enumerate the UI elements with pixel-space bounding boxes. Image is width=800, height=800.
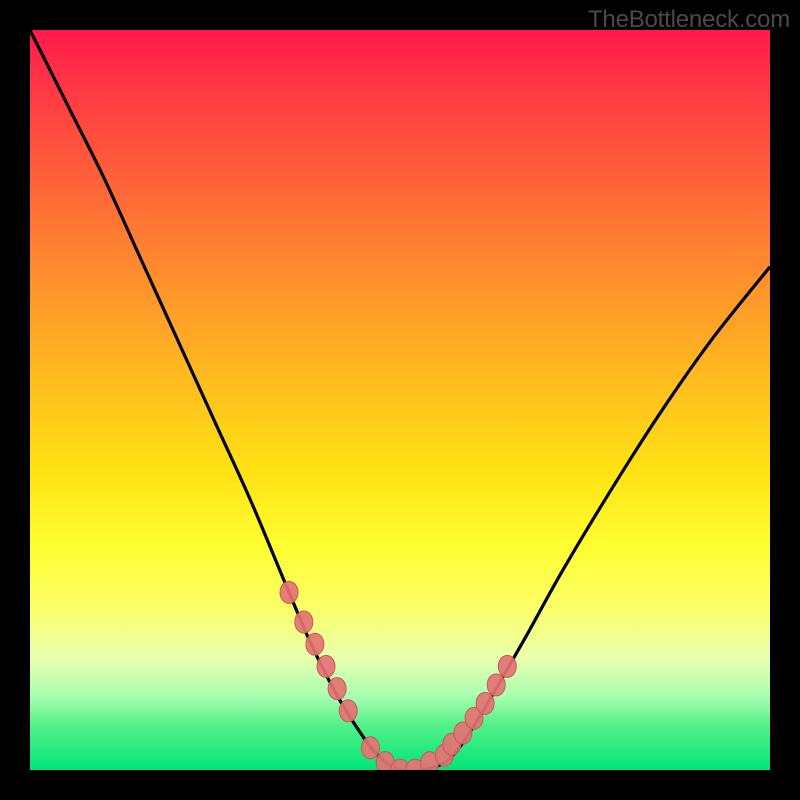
outer-frame: TheBottleneck.com (0, 0, 800, 800)
marker-dot (361, 737, 379, 759)
marker-dot (487, 674, 505, 696)
curve-line (30, 30, 770, 770)
chart-svg (30, 30, 770, 770)
marker-dot (306, 633, 324, 655)
marker-dot (339, 700, 357, 722)
marker-dot (476, 692, 494, 714)
plot-area (30, 30, 770, 770)
marker-dot (328, 678, 346, 700)
marker-dot (295, 611, 313, 633)
attribution-text: TheBottleneck.com (588, 6, 790, 34)
marker-dot (280, 581, 298, 603)
marker-dot (498, 655, 516, 677)
marker-dot (317, 655, 335, 677)
highlighted-points (280, 581, 516, 770)
bottleneck-curve (30, 30, 770, 770)
